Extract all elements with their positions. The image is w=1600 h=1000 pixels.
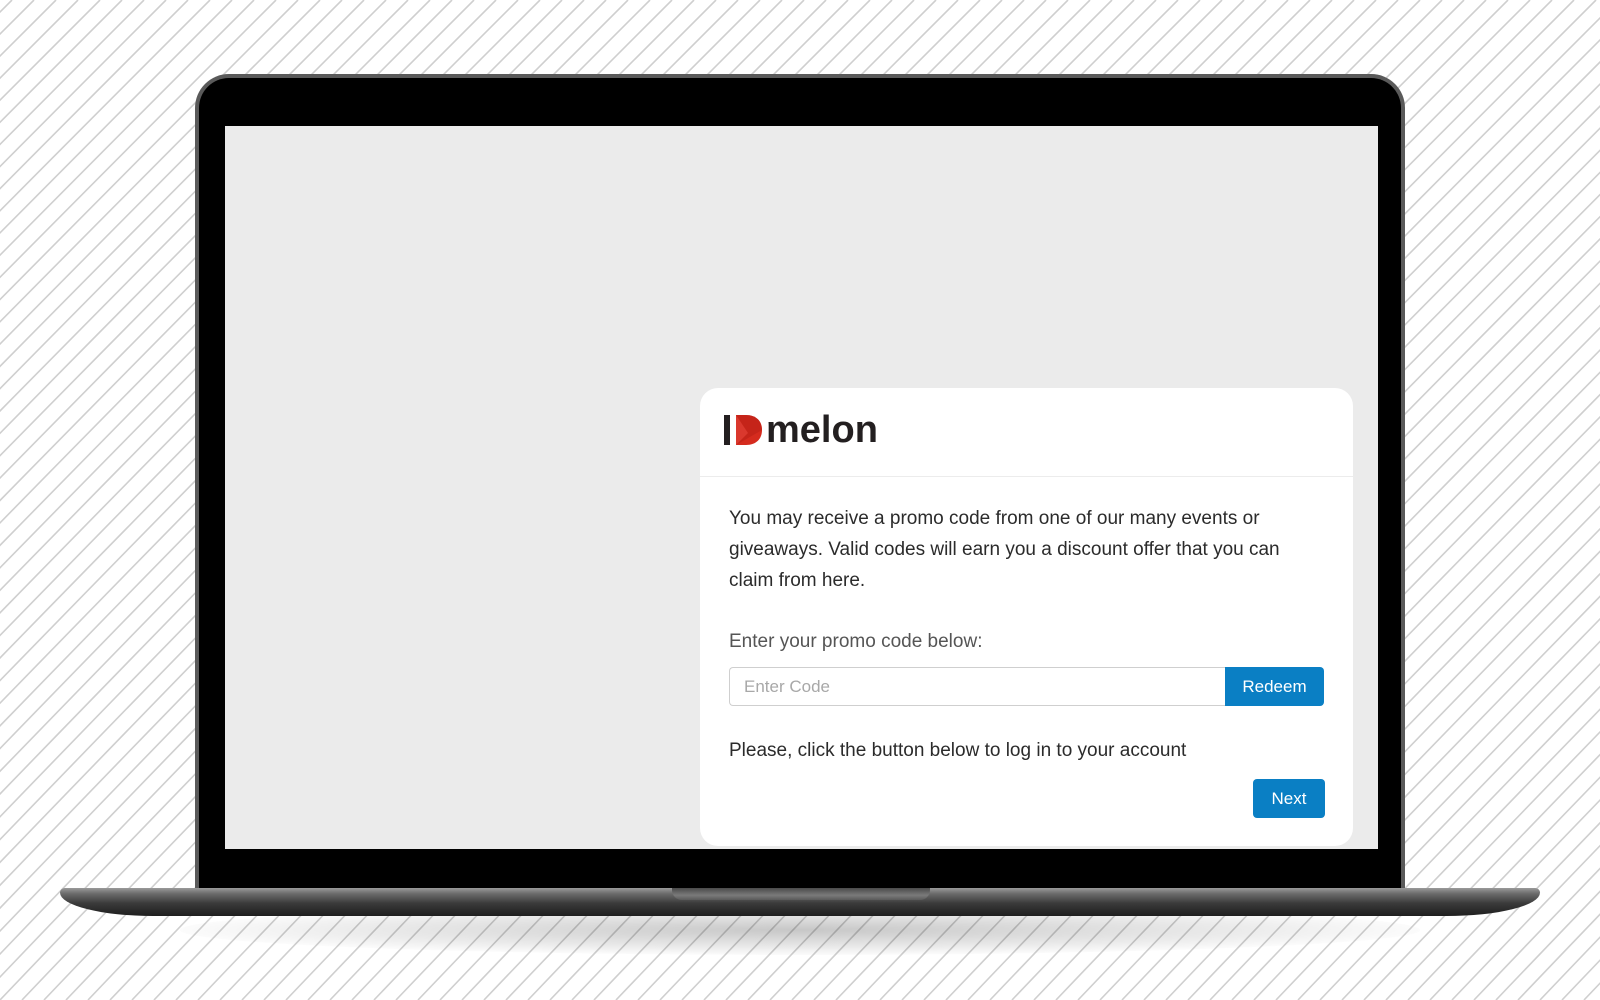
logo-wordmark: melon xyxy=(766,409,878,451)
next-button[interactable]: Next xyxy=(1253,779,1325,818)
laptop-notch xyxy=(672,888,930,900)
background-stripe xyxy=(1561,959,1600,1000)
background-stripe xyxy=(1429,821,1600,1000)
intro-text: You may receive a promo code from one of… xyxy=(729,508,1280,591)
idmelon-logo: melon xyxy=(724,410,878,450)
background-stripe xyxy=(0,0,13,14)
laptop-screen: melon You may receive a promo code from … xyxy=(225,126,1378,849)
login-instruction-text: Please, click the button below to log in… xyxy=(729,740,1187,761)
promo-code-input[interactable] xyxy=(729,667,1225,706)
background-stripe xyxy=(1583,982,1600,1000)
redeem-button[interactable]: Redeem xyxy=(1225,667,1324,706)
background-stripe xyxy=(0,0,189,190)
background-stripe xyxy=(1407,799,1600,1000)
idmelon-logo-mark-icon xyxy=(724,415,762,445)
promo-code-row: Redeem xyxy=(729,667,1324,706)
background-stripe xyxy=(1473,867,1600,1000)
background-stripe xyxy=(1385,776,1600,1000)
promo-code-label: Enter your promo code below: xyxy=(729,631,983,652)
background-stripe xyxy=(0,0,101,102)
card-body: You may receive a promo code from one of… xyxy=(729,503,1329,818)
background-stripe xyxy=(0,0,57,58)
background-stripe xyxy=(1539,936,1600,1000)
card-header: melon xyxy=(700,388,1353,477)
promo-card: melon You may receive a promo code from … xyxy=(700,388,1353,846)
